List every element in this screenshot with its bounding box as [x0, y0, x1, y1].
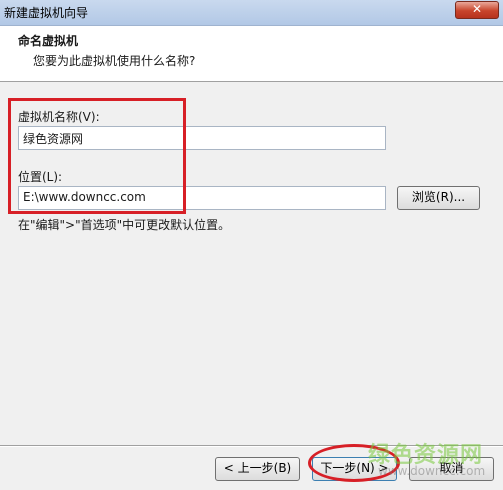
location-input[interactable]: E:\www.downcc.com — [18, 186, 386, 210]
vm-name-label: 虚拟机名称(V): — [18, 110, 100, 124]
location-label: 位置(L): — [18, 170, 63, 184]
browse-button[interactable]: 浏览(R)... — [397, 186, 480, 210]
page-subtitle: 您要为此虚拟机使用什么名称? — [33, 54, 196, 68]
location-hint: 在"编辑">"首选项"中可更改默认位置。 — [18, 218, 231, 232]
window-title: 新建虚拟机向导 — [4, 6, 89, 20]
title-bar: 新建虚拟机向导 ✕ — [0, 0, 503, 26]
back-button[interactable]: < 上一步(B) — [215, 457, 300, 481]
page-title: 命名虚拟机 — [18, 34, 79, 48]
wizard-header: 命名虚拟机 您要为此虚拟机使用什么名称? — [0, 26, 503, 82]
close-button[interactable]: ✕ — [455, 1, 499, 19]
close-icon: ✕ — [471, 2, 483, 16]
cancel-button[interactable]: 取消 — [409, 457, 494, 481]
footer-separator-highlight — [0, 446, 503, 447]
next-button[interactable]: 下一步(N) > — [312, 457, 397, 481]
vm-name-input[interactable]: 绿色资源网 — [18, 126, 386, 150]
